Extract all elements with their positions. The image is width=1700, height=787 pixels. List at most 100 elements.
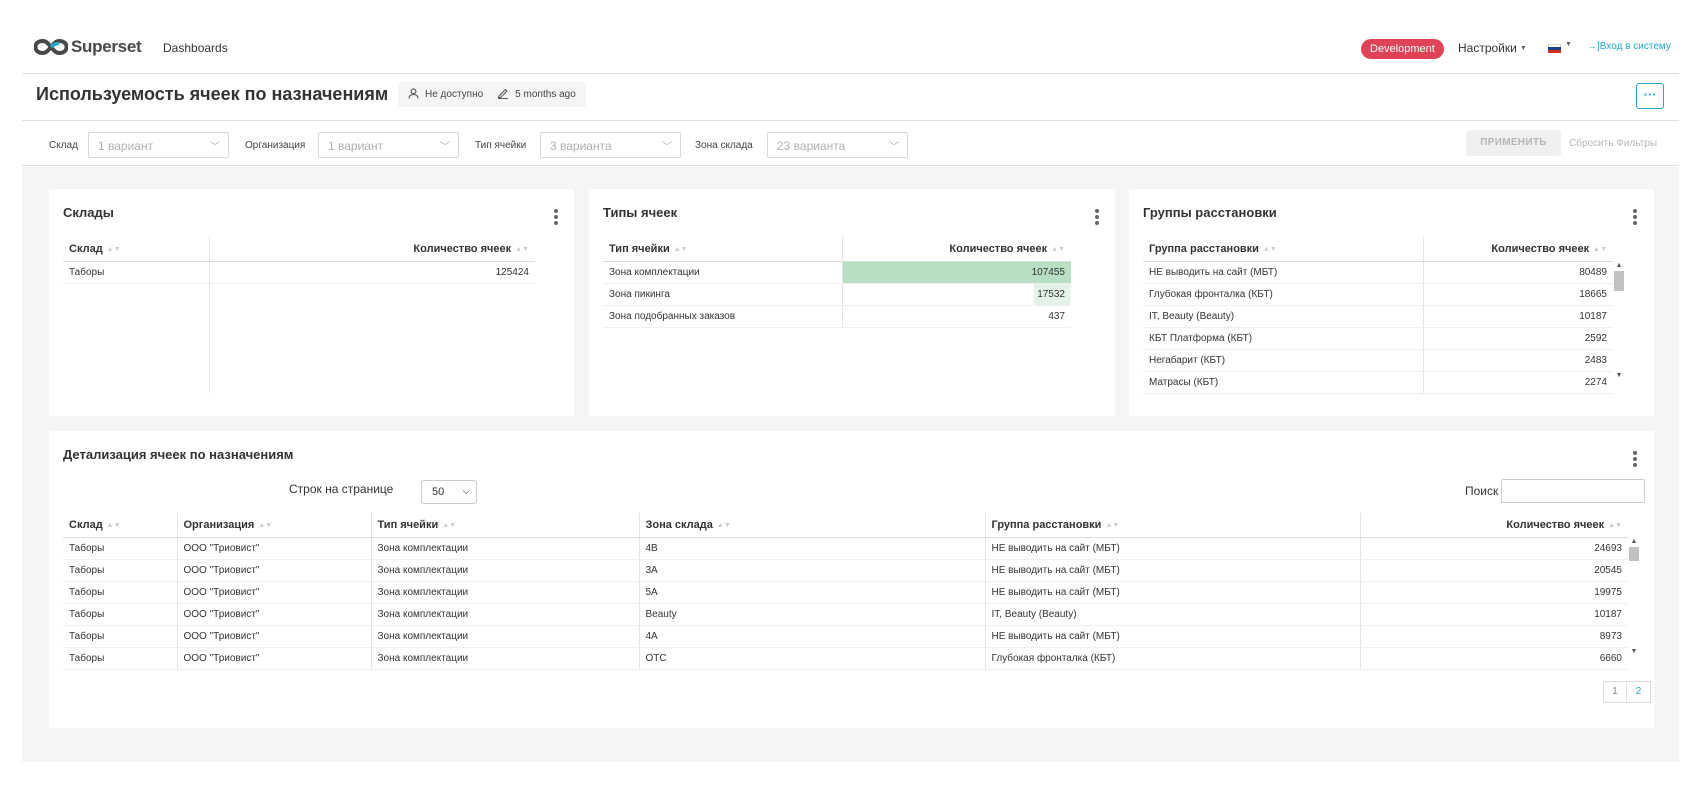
column-header[interactable]: Тип ячейки ▲▼ — [370, 513, 639, 538]
card-menu-icon[interactable] — [554, 209, 558, 227]
dashboard-header: Используемость ячеек по назначениям Не д… — [22, 75, 1679, 121]
column-header[interactable]: Склад ▲▼ — [63, 513, 177, 538]
search-label: Поиск — [1465, 484, 1499, 498]
chevron-down-icon: ⌵ — [462, 486, 470, 497]
column-header[interactable]: Организация ▲▼ — [176, 513, 371, 538]
table-cell: НЕ выводить на сайт (МБТ) — [984, 581, 1360, 604]
scroll-down-icon: ▼ — [1615, 372, 1623, 379]
user-icon — [408, 87, 419, 102]
filter-select-zone[interactable]: 23 варианта ﹀ — [767, 132, 908, 158]
table-row: Таборы ООО "Триовист" Зона комплектации 4B Н… — [63, 537, 1628, 560]
table-cell: ООО "Триовист" — [176, 537, 371, 560]
table-cell: КБТ Платформа (КБТ) — [1143, 327, 1423, 350]
table-cell: 18665 — [1422, 283, 1613, 306]
superset-logo[interactable]: Superset — [34, 37, 142, 57]
filter-value: 23 варианта — [777, 139, 846, 153]
table-cell: 437 — [841, 305, 1071, 328]
scroll-up-icon: ▲ — [1630, 538, 1638, 545]
sort-icon: ▲▼ — [1262, 245, 1277, 253]
language-flag-icon[interactable] — [1548, 44, 1561, 53]
vertical-scrollbar[interactable]: ▲ ▼ — [1613, 261, 1625, 381]
filter-select-warehouse[interactable]: 1 вариант ﹀ — [88, 132, 229, 158]
column-header[interactable]: Количество ячеек ▲▼ — [208, 237, 535, 262]
login-link[interactable]: →]Вход в систему — [1587, 41, 1671, 52]
table-cell: Таборы — [63, 261, 209, 284]
apply-filters-button[interactable]: ПРИМЕНИТЬ — [1466, 130, 1561, 156]
sort-icon: ▲▼ — [442, 521, 457, 529]
table-cell: Матрасы (КБТ) — [1143, 371, 1423, 394]
column-header[interactable]: Количество ячеек ▲▼ — [841, 237, 1071, 262]
table-cell: Таборы — [63, 625, 177, 648]
filter-select-organization[interactable]: 1 вариант ﹀ — [318, 132, 459, 158]
column-header[interactable]: Группа расстановки ▲▼ — [1143, 237, 1423, 262]
table-cell: 20545 — [1359, 559, 1628, 582]
chevron-down-icon: ﹀ — [662, 142, 672, 153]
table-cell: 5A — [638, 581, 985, 604]
page-button[interactable]: 1 — [1603, 681, 1627, 703]
table-cell: IT, Beauty (Beauty) — [984, 603, 1360, 626]
column-header[interactable]: Количество ячеек ▲▼ — [1359, 513, 1628, 538]
table-cell: Зона комплектации — [370, 603, 639, 626]
card-title: Типы ячеек — [603, 205, 678, 220]
placement-groups-viewport: Группа расстановки ▲▼ Количество ячеек ▲▼ … — [1143, 237, 1613, 394]
scroll-up-icon: ▲ — [1615, 262, 1623, 269]
column-header[interactable]: Количество ячеек ▲▼ — [1422, 237, 1613, 262]
table-cell: 2274 — [1422, 371, 1613, 394]
nav-dashboards-link[interactable]: Dashboards — [163, 41, 228, 55]
table-row: Таборы ООО "Триовист" Зона комплектации Bea… — [63, 603, 1628, 626]
sort-icon: ▲▼ — [1593, 245, 1607, 253]
table-cell: Зона комплектации — [370, 537, 639, 560]
table-cell: 10187 — [1359, 603, 1628, 626]
reset-filters-button[interactable]: Сбросить Фильтры — [1569, 138, 1657, 149]
filter-label-cell-type: Тип ячейки — [475, 140, 527, 151]
filter-value: 1 вариант — [98, 139, 154, 153]
cell-types-table: Тип ячейки ▲▼ Количество ячеек ▲▼ Зона ком… — [603, 237, 1071, 328]
owner-text: Не доступно — [425, 89, 484, 100]
table-cell: 6660 — [1359, 647, 1628, 670]
column-header[interactable]: Склад ▲▼ — [63, 237, 209, 262]
environment-badge: Development — [1361, 39, 1444, 59]
card-menu-icon[interactable] — [1633, 451, 1637, 469]
table-row: Таборы ООО "Триовист" Зона комплектации ОТС… — [63, 647, 1628, 670]
card-title: Детализация ячеек по назначениям — [63, 447, 294, 462]
settings-menu[interactable]: Настройки ▼ — [1458, 41, 1527, 55]
modified-text: 5 months ago — [515, 89, 576, 100]
detail-table: Склад ▲▼ Организация ▲▼ Тип ячейки ▲▼ Зона … — [63, 513, 1628, 670]
search-input[interactable] — [1501, 479, 1645, 503]
card-menu-icon[interactable] — [1095, 209, 1099, 227]
table-row: Глубокая фронталка (КБТ) 18665 — [1143, 283, 1613, 306]
column-header[interactable]: Зона склада ▲▼ — [638, 513, 985, 538]
vertical-scrollbar[interactable]: ▲ ▼ — [1628, 537, 1640, 657]
dashboard-canvas: Склады Склад ▲▼ Количество ячеек ▲▼ Таборы… — [22, 167, 1679, 762]
card-menu-icon[interactable] — [1633, 209, 1637, 227]
card-detail: Детализация ячеек по назначениям Строк н… — [49, 431, 1654, 728]
table-cell: Зона подобранных заказов — [603, 305, 842, 328]
scroll-down-icon: ▼ — [1630, 648, 1638, 655]
chevron-down-icon[interactable]: ▼ — [1565, 41, 1572, 48]
table-row: КБТ Платформа (КБТ) 2592 — [1143, 327, 1613, 350]
filter-label-organization: Организация — [245, 140, 306, 151]
table-row: Таборы 125424 — [63, 261, 535, 284]
sort-icon: ▲▼ — [1608, 521, 1622, 529]
table-cell: Зона комплектации — [370, 559, 639, 582]
table-cell: ООО "Триовист" — [176, 581, 371, 604]
rows-per-page-label: Строк на странице — [289, 482, 394, 496]
table-cell: 10187 — [1422, 305, 1613, 328]
filter-select-cell-type[interactable]: 3 варианта ﹀ — [540, 132, 681, 158]
more-actions-button[interactable]: ··· — [1636, 83, 1664, 109]
card-title: Склады — [63, 205, 114, 220]
column-header[interactable]: Группа расстановки ▲▼ — [984, 513, 1360, 538]
filter-value: 3 варианта — [550, 139, 612, 153]
table-cell: ООО "Триовист" — [176, 603, 371, 626]
page-button[interactable]: 2 — [1627, 681, 1651, 703]
chevron-down-icon: ﹀ — [210, 142, 220, 153]
filter-bar: Склад 1 вариант ﹀ Организация 1 вариант ﹀ … — [22, 122, 1679, 166]
table-cell: 125424 — [208, 261, 535, 284]
card-warehouses: Склады Склад ▲▼ Количество ячеек ▲▼ Таборы… — [49, 189, 574, 416]
filter-value: 1 вариант — [328, 139, 384, 153]
table-cell: 80489 — [1422, 261, 1613, 284]
table-cell: Beauty — [638, 603, 985, 626]
table-cell: ООО "Триовист" — [176, 625, 371, 648]
rows-per-page-select[interactable]: 50 ⌵ — [421, 480, 477, 504]
column-header[interactable]: Тип ячейки ▲▼ — [603, 237, 842, 262]
